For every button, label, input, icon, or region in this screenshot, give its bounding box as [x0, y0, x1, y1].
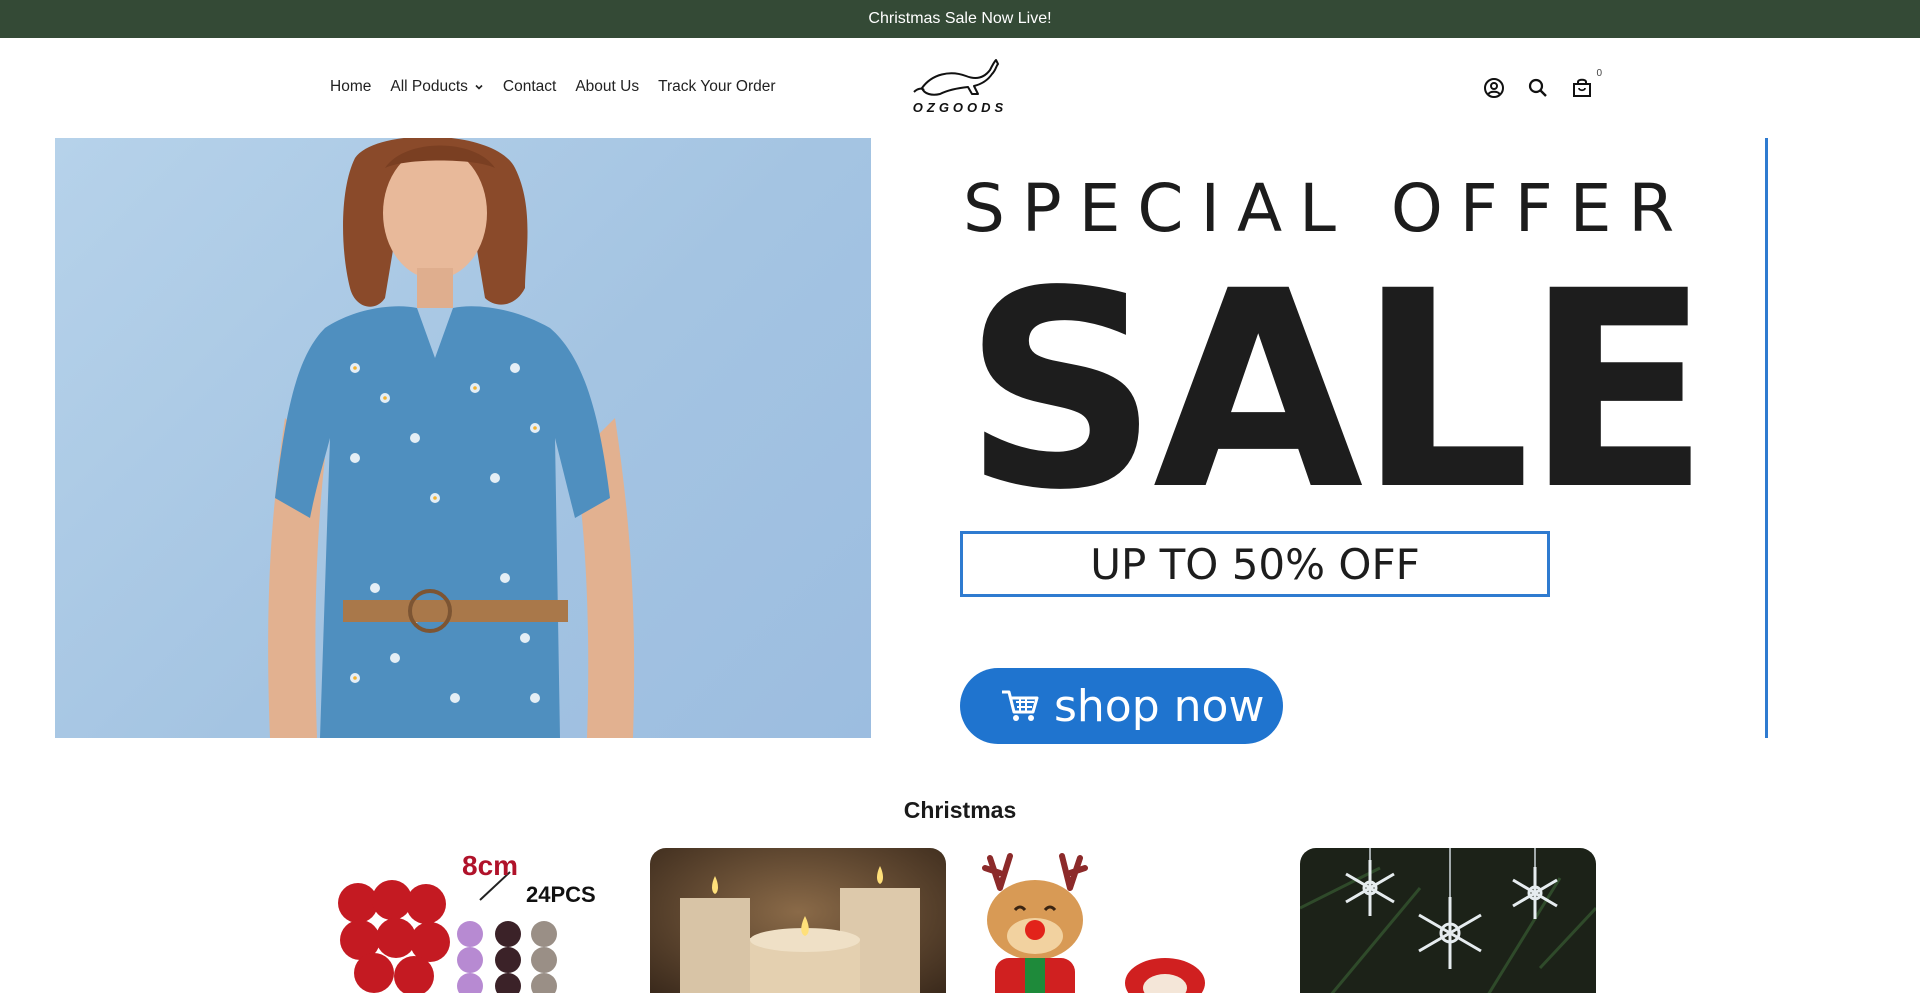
nav-home[interactable]: Home [330, 78, 371, 96]
cart-count-badge: 0 [1596, 68, 1602, 79]
collection-grid: 8cm 24PCS [330, 848, 1596, 993]
candles-image [650, 848, 946, 993]
nav-contact[interactable]: Contact [503, 78, 556, 96]
product-card-reindeer[interactable] [970, 848, 1266, 993]
offer-divider-line [1765, 138, 1768, 738]
product-card-snowflakes[interactable] [1300, 848, 1596, 993]
nav-track-order-label: Track Your Order [658, 78, 776, 95]
chevron-down-icon [474, 82, 484, 92]
ornaments-size-label: 8cm [462, 850, 519, 881]
account-icon[interactable] [1480, 74, 1508, 102]
nav-all-products[interactable]: All Poducts [390, 78, 484, 96]
product-card-ornaments[interactable]: 8cm 24PCS [330, 848, 626, 993]
discount-box: UP TO 50% OFF [960, 531, 1550, 597]
reindeer-balloon-image [970, 848, 1266, 993]
collection-title: Christmas [903, 797, 1017, 823]
shop-now-button[interactable]: shop now [960, 668, 1283, 744]
search-icon[interactable] [1524, 74, 1552, 102]
nav-home-label: Home [330, 78, 372, 95]
logo-text: OZGOODS [912, 100, 1008, 115]
sale-heading: SALE [963, 234, 1711, 550]
site-header: Home All Poducts Contact About Us Track … [0, 38, 1920, 138]
snowflake-ornaments-image [1300, 848, 1596, 993]
shopping-cart-icon [1000, 688, 1040, 724]
special-offer-panel: SPECIAL OFFER SALE UP TO 50% OFF shop no… [871, 138, 1768, 744]
kangaroo-logo-icon [913, 59, 999, 96]
nav-about-us[interactable]: About Us [575, 78, 639, 96]
main-nav: Home All Poducts Contact About Us Track … [330, 78, 795, 96]
product-card-candles[interactable] [650, 848, 946, 993]
hero-banner[interactable]: SPECIAL OFFER SALE UP TO 50% OFF shop no… [55, 138, 1768, 744]
nav-track-order[interactable]: Track Your Order [658, 78, 775, 96]
shop-now-label: shop now [1054, 680, 1265, 732]
nav-all-products-label: All Poducts [390, 78, 468, 95]
site-logo[interactable]: OZGOODS [906, 54, 1014, 118]
ornaments-count-label: 24PCS [526, 882, 596, 907]
nav-about-us-label: About Us [575, 78, 640, 95]
header-icons: 0 [1480, 68, 1612, 102]
hero-model-image [55, 138, 871, 738]
discount-text: UP TO 50% OFF [1090, 539, 1420, 589]
announcement-text: Christmas Sale Now Live! [868, 10, 1052, 27]
announcement-bar: Christmas Sale Now Live! [0, 0, 1920, 38]
nav-contact-label: Contact [502, 78, 557, 95]
cart-icon[interactable]: 0 [1568, 68, 1602, 102]
